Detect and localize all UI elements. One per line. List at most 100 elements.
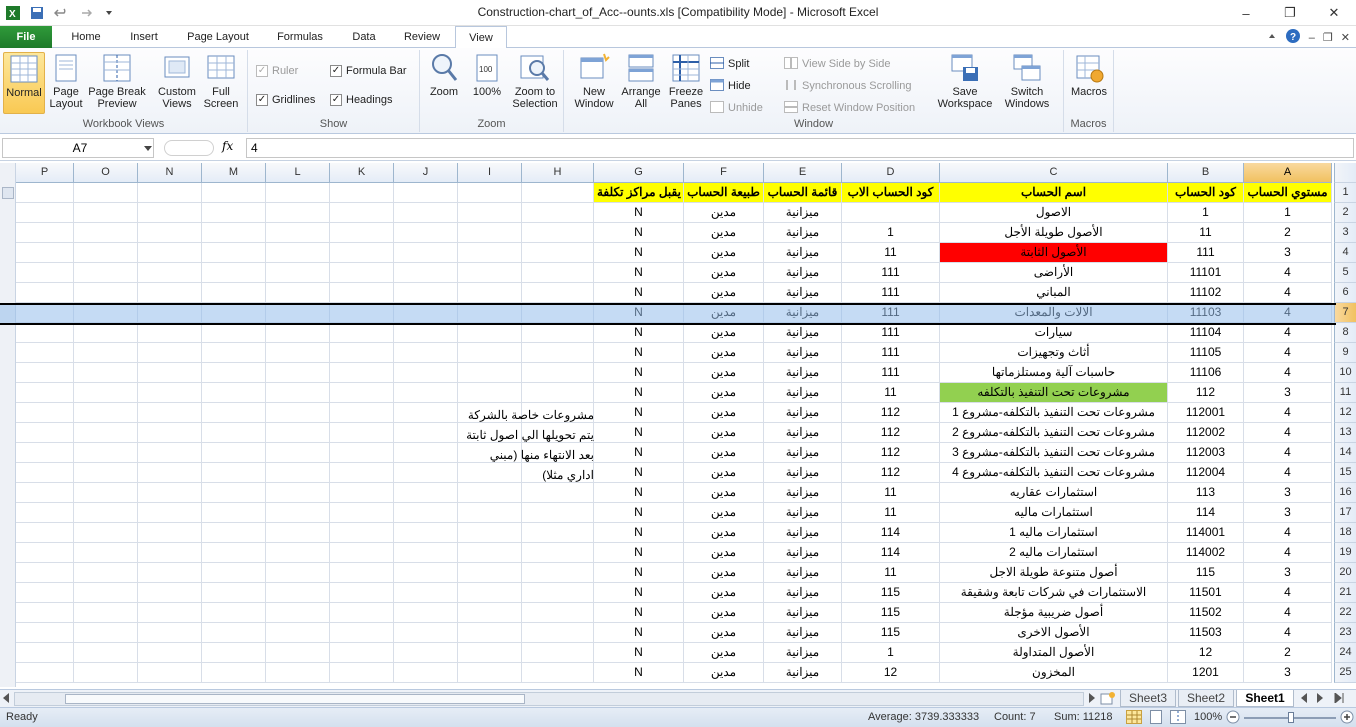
cell-g[interactable]: N	[594, 623, 684, 643]
cell-c[interactable]: الاستثمارات في شركات تابعة وشقيقة	[940, 583, 1168, 603]
cell-i[interactable]	[458, 583, 522, 603]
reset-window-position-button[interactable]: Reset Window Position	[784, 98, 915, 118]
cell-e[interactable]: ميزانية	[764, 363, 842, 383]
cell-k[interactable]	[330, 223, 394, 243]
cell-l[interactable]	[266, 363, 330, 383]
cell-c[interactable]: مشروعات تحت التنفيذ بالتكلفه-مشروع 4	[940, 463, 1168, 483]
cell-p[interactable]	[16, 263, 74, 283]
cell-b[interactable]: 11102	[1168, 283, 1244, 303]
cell-n[interactable]	[138, 343, 202, 363]
cell-m[interactable]	[202, 223, 266, 243]
cell-c[interactable]: الأصول الثابتة	[940, 243, 1168, 263]
cell-b[interactable]: 11501	[1168, 583, 1244, 603]
row-header[interactable]: 25	[1334, 663, 1356, 683]
column-header-m[interactable]: M	[202, 163, 266, 183]
freeze-panes-button[interactable]: Freeze Panes	[664, 52, 708, 114]
row-header[interactable]: 6	[1334, 283, 1356, 303]
cell-o[interactable]	[74, 283, 138, 303]
cell-l[interactable]	[266, 543, 330, 563]
cell-k[interactable]	[330, 303, 394, 323]
cell-h[interactable]	[522, 203, 594, 223]
cell-o[interactable]	[74, 383, 138, 403]
header-cell-h[interactable]	[522, 183, 594, 203]
cell-b[interactable]: 11106	[1168, 363, 1244, 383]
cell-g[interactable]: N	[594, 343, 684, 363]
cell-k[interactable]	[330, 563, 394, 583]
tab-page-layout[interactable]: Page Layout	[176, 26, 260, 48]
cell-d[interactable]: 11	[842, 383, 940, 403]
cell-d[interactable]: 111	[842, 343, 940, 363]
cell-j[interactable]	[394, 303, 458, 323]
cell-m[interactable]	[202, 363, 266, 383]
row-header[interactable]: 24	[1334, 643, 1356, 663]
cell-l[interactable]	[266, 663, 330, 683]
column-header-i[interactable]: I	[458, 163, 522, 183]
cell-j[interactable]	[394, 463, 458, 483]
cell-l[interactable]	[266, 323, 330, 343]
cell-i[interactable]	[458, 223, 522, 243]
cell-c[interactable]: الأصول المتداولة	[940, 643, 1168, 663]
cell-n[interactable]	[138, 463, 202, 483]
column-header-h[interactable]: H	[522, 163, 594, 183]
header-cell-n[interactable]	[138, 183, 202, 203]
hide-button[interactable]: Hide	[710, 76, 751, 96]
cell-i[interactable]	[458, 263, 522, 283]
cell-n[interactable]	[138, 243, 202, 263]
cell-e[interactable]: ميزانية	[764, 283, 842, 303]
horizontal-scrollbar[interactable]	[14, 692, 1084, 706]
cell-b[interactable]: 1	[1168, 203, 1244, 223]
cell-m[interactable]	[202, 483, 266, 503]
page-break-status-icon[interactable]	[1170, 710, 1186, 727]
cell-k[interactable]	[330, 203, 394, 223]
cell-e[interactable]: ميزانية	[764, 223, 842, 243]
cell-o[interactable]	[74, 423, 138, 443]
cell-d[interactable]: 115	[842, 623, 940, 643]
cell-p[interactable]	[16, 523, 74, 543]
normal-view-status-icon[interactable]	[1126, 710, 1142, 727]
cell-a[interactable]: 3	[1244, 563, 1332, 583]
column-header-a[interactable]: A	[1244, 163, 1332, 183]
cell-j[interactable]	[394, 583, 458, 603]
cell-a[interactable]: 4	[1244, 423, 1332, 443]
row-header[interactable]: 9	[1334, 343, 1356, 363]
cell-o[interactable]	[74, 523, 138, 543]
cell-j[interactable]	[394, 423, 458, 443]
cell-k[interactable]	[330, 623, 394, 643]
cell-a[interactable]: 1	[1244, 203, 1332, 223]
page-layout-view-button[interactable]: Page Layout	[46, 52, 86, 114]
cell-b[interactable]: 112002	[1168, 423, 1244, 443]
cell-j[interactable]	[394, 363, 458, 383]
cell-l[interactable]	[266, 243, 330, 263]
insert-sheet-icon[interactable]	[1100, 692, 1116, 708]
column-header-e[interactable]: E	[764, 163, 842, 183]
cell-e[interactable]: ميزانية	[764, 303, 842, 323]
vertical-scroll-thumb[interactable]	[2, 187, 14, 199]
cell-o[interactable]	[74, 503, 138, 523]
cell-b[interactable]: 12	[1168, 643, 1244, 663]
cell-p[interactable]	[16, 283, 74, 303]
cell-a[interactable]: 3	[1244, 503, 1332, 523]
cell-o[interactable]	[74, 223, 138, 243]
sheet-nav-last-icon[interactable]	[1334, 691, 1346, 706]
row-header[interactable]: 22	[1334, 603, 1356, 623]
cell-c[interactable]: الالات والمعدات	[940, 303, 1168, 323]
cell-c[interactable]: الاصول	[940, 203, 1168, 223]
cell-d[interactable]: 112	[842, 423, 940, 443]
sheet-nav-next-icon[interactable]	[1316, 693, 1324, 706]
cell-j[interactable]	[394, 223, 458, 243]
cell-c[interactable]: المخزون	[940, 663, 1168, 683]
cell-a[interactable]: 3	[1244, 243, 1332, 263]
column-header-b[interactable]: B	[1168, 163, 1244, 183]
cell-p[interactable]	[16, 343, 74, 363]
insert-function-icon[interactable]: fx	[222, 139, 233, 153]
cell-f[interactable]: مدين	[684, 603, 764, 623]
cell-f[interactable]: مدين	[684, 663, 764, 683]
cell-i[interactable]	[458, 563, 522, 583]
cell-l[interactable]	[266, 483, 330, 503]
cell-o[interactable]	[74, 483, 138, 503]
cell-a[interactable]: 4	[1244, 543, 1332, 563]
cell-a[interactable]: 3	[1244, 383, 1332, 403]
cell-d[interactable]: 11	[842, 483, 940, 503]
column-header-l[interactable]: L	[266, 163, 330, 183]
cell-o[interactable]	[74, 663, 138, 683]
